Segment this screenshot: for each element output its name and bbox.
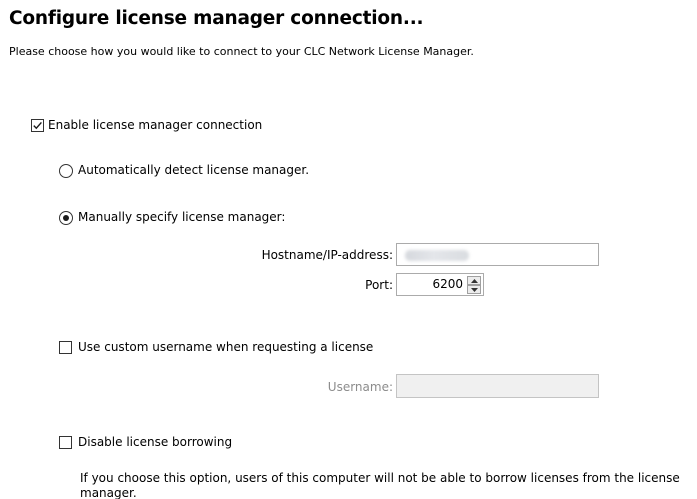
disable-borrowing-label[interactable]: Disable license borrowing [78,435,232,449]
hostname-input[interactable] [396,243,599,266]
hostname-label: Hostname/IP-address: [261,248,393,262]
custom-username-label[interactable]: Use custom username when requesting a li… [78,340,373,354]
checkmark-icon [33,121,42,130]
manual-specify-label[interactable]: Manually specify license manager: [78,210,285,224]
port-decrement-button[interactable] [467,285,481,294]
enable-connection-label[interactable]: Enable license manager connection [48,118,262,132]
auto-detect-label[interactable]: Automatically detect license manager. [78,163,309,177]
page-title: Configure license manager connection... [9,8,424,29]
redacted-hostname-value [405,250,469,261]
radio-selected-dot [63,215,69,221]
port-value[interactable]: 6200 [432,277,463,291]
port-increment-button[interactable] [467,276,481,285]
port-label: Port: [365,278,393,292]
port-spinner[interactable]: 6200 [396,273,484,296]
borrowing-description: If you choose this option, users of this… [80,471,680,499]
custom-username-checkbox[interactable] [59,341,72,354]
page-subtitle: Please choose how you would like to conn… [9,45,474,58]
arrow-up-icon [471,279,478,283]
username-label: Username: [327,380,393,394]
disable-borrowing-checkbox[interactable] [59,436,72,449]
arrow-down-icon [471,288,478,292]
manual-specify-radio[interactable] [59,211,73,225]
enable-connection-checkbox[interactable] [31,119,44,132]
auto-detect-radio[interactable] [59,164,73,178]
license-manager-config-panel: Configure license manager connection... … [0,0,697,499]
username-input[interactable] [396,374,599,398]
